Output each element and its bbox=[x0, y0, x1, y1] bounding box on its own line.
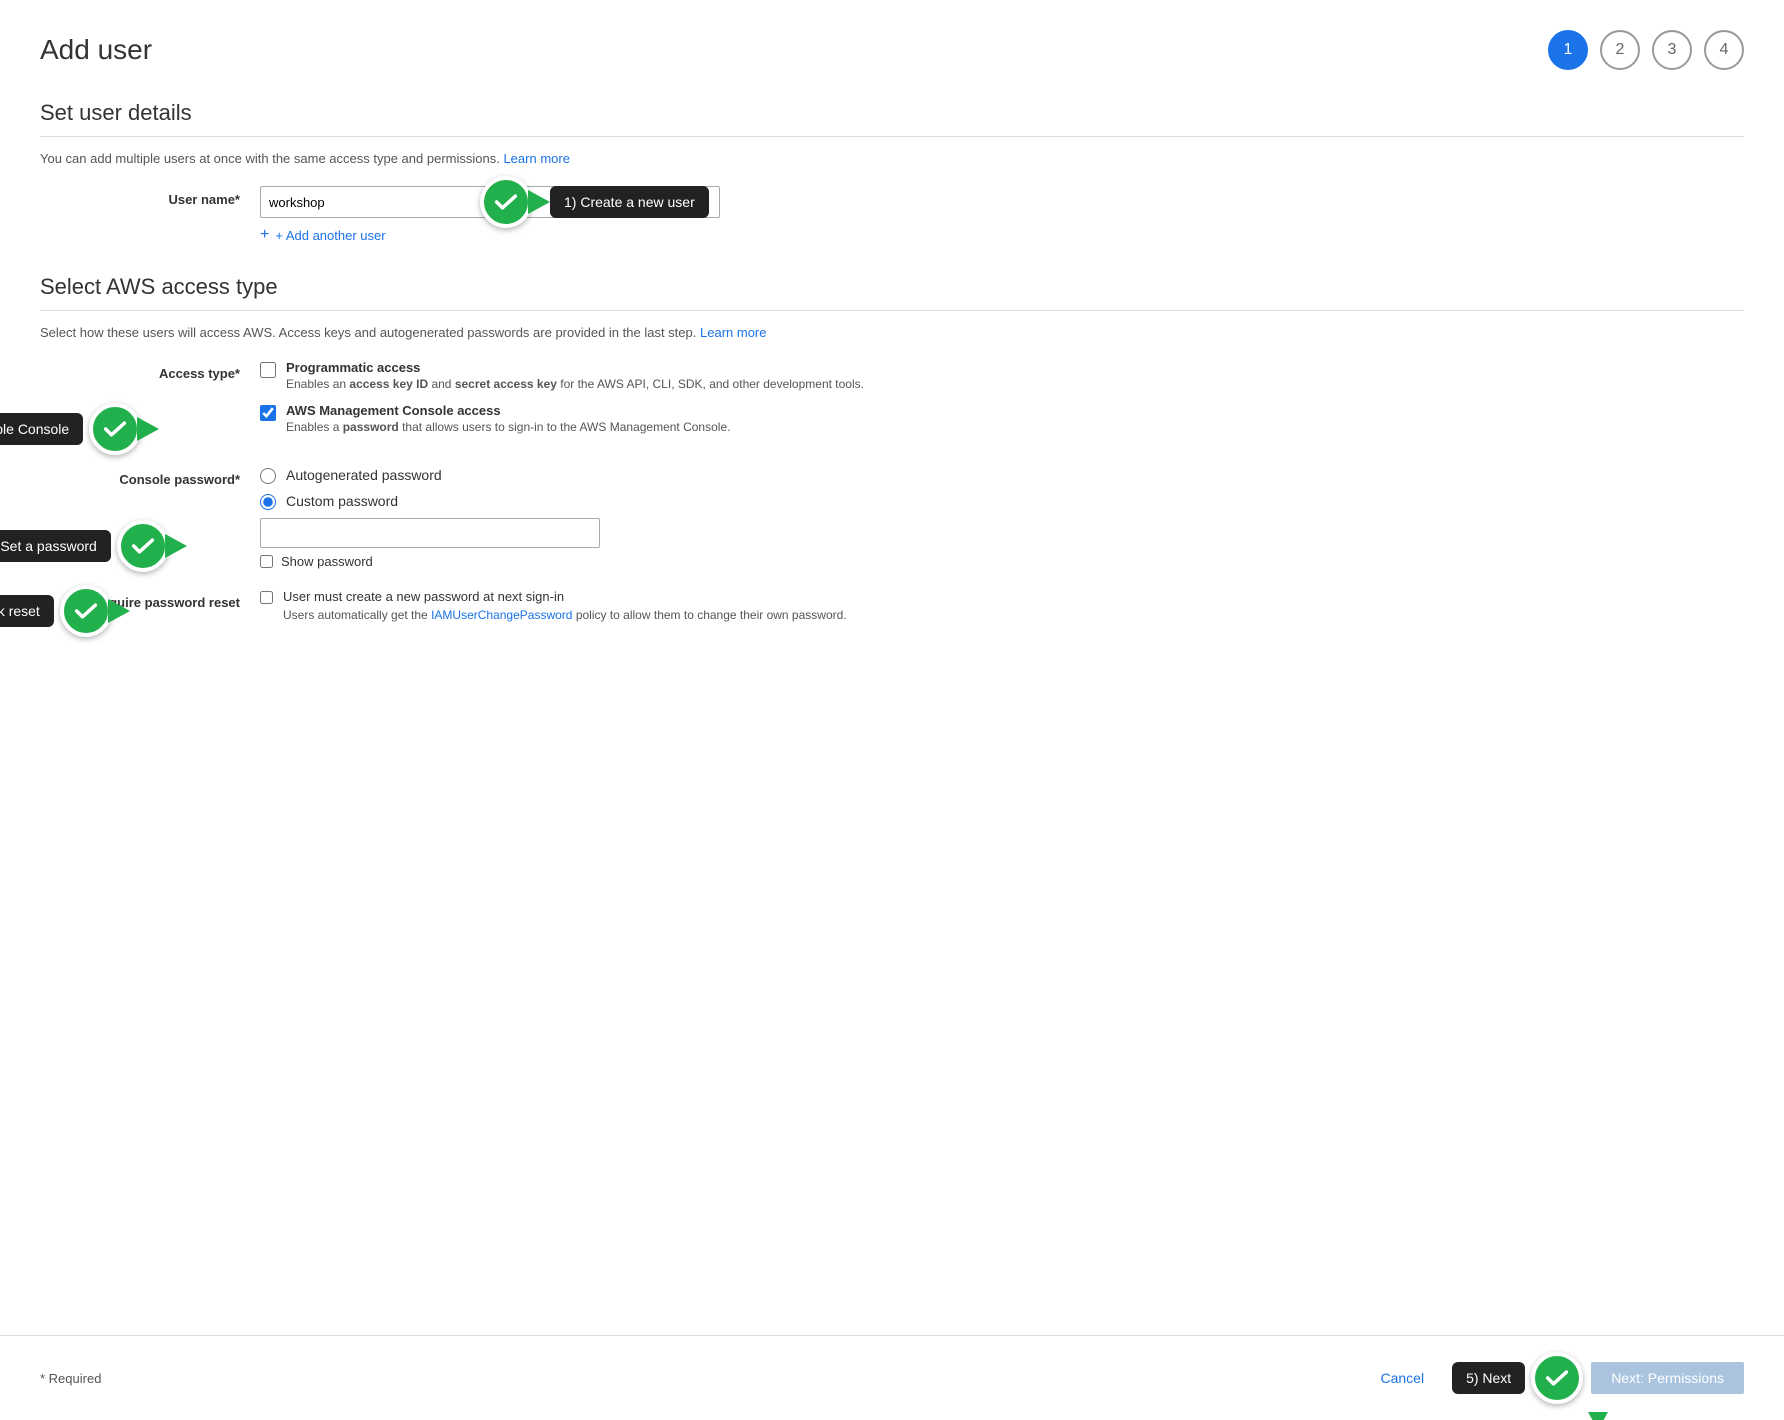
user-details-section: Set user details You can add multiple us… bbox=[40, 100, 1744, 244]
step-4[interactable]: 4 bbox=[1704, 30, 1744, 70]
arrow-2 bbox=[137, 417, 159, 441]
check-icon-2 bbox=[89, 403, 141, 455]
tooltip-5: 5) Next bbox=[1452, 1362, 1525, 1394]
iam-link[interactable]: IAMUserChangePassword bbox=[431, 608, 572, 622]
require-reset-content: 4) Uncheck reset User must create a new … bbox=[260, 589, 1744, 622]
tooltip-2: 2) Enable Console bbox=[0, 413, 83, 445]
programmatic-label: Programmatic access bbox=[286, 360, 864, 375]
access-type-row: Access type* Programmatic access Enables… bbox=[40, 360, 1744, 446]
check-icon-1 bbox=[480, 176, 532, 228]
tooltip-4: 4) Uncheck reset bbox=[0, 595, 54, 627]
console-label: AWS Management Console access bbox=[286, 403, 730, 418]
tooltip-1: 1) Create a new user bbox=[550, 186, 709, 218]
check-icon-4 bbox=[60, 585, 112, 637]
check-icon-5 bbox=[1531, 1352, 1583, 1404]
password-input-wrapper: 3) Set a password bbox=[260, 518, 1744, 548]
tooltip-3: 3) Set a password bbox=[0, 530, 111, 562]
page-header: Add user 1 2 3 4 bbox=[40, 30, 1744, 70]
access-type-content: Programmatic access Enables an access ke… bbox=[260, 360, 1744, 446]
console-checkbox[interactable] bbox=[260, 405, 276, 421]
cancel-button[interactable]: Cancel bbox=[1364, 1362, 1440, 1394]
access-type-description: Select how these users will access AWS. … bbox=[40, 325, 1744, 340]
arrow-3 bbox=[165, 534, 187, 558]
custom-password-radio[interactable] bbox=[260, 494, 276, 510]
annotation-1: 1) Create a new user bbox=[490, 176, 709, 228]
show-password-checkbox[interactable] bbox=[260, 555, 273, 568]
access-type-title: Select AWS access type bbox=[40, 274, 1744, 300]
show-password-label: Show password bbox=[281, 554, 373, 569]
show-password-row: Show password bbox=[260, 554, 1744, 569]
access-type-section: Select AWS access type Select how these … bbox=[40, 274, 1744, 622]
autogenerated-row: Autogenerated password bbox=[260, 466, 1744, 484]
user-details-description: You can add multiple users at once with … bbox=[40, 151, 1744, 166]
page-title: Add user bbox=[40, 34, 152, 66]
require-reset-row: Require password reset 4) Uncheck reset … bbox=[40, 589, 1744, 622]
next-button[interactable]: Next: Permissions bbox=[1591, 1362, 1744, 1394]
arrow-1 bbox=[528, 190, 550, 214]
custom-password-row: Custom password bbox=[260, 492, 1744, 510]
reset-description-content: User must create a new password at next … bbox=[283, 589, 847, 622]
user-details-learn-more[interactable]: Learn more bbox=[503, 151, 569, 166]
page-footer: * Required Cancel 5) Next Next: Permissi… bbox=[0, 1335, 1784, 1420]
access-type-label: Access type* bbox=[40, 360, 260, 381]
console-row: AWS Management Console access Enables a … bbox=[260, 403, 1744, 434]
password-input[interactable] bbox=[260, 518, 600, 548]
console-password-label: Console password* bbox=[40, 466, 260, 487]
autogenerated-radio[interactable] bbox=[260, 468, 276, 484]
username-content: 1) Create a new user + + Add another use… bbox=[260, 186, 1744, 244]
access-type-learn-more[interactable]: Learn more bbox=[700, 325, 766, 340]
annotation-4: 4) Uncheck reset bbox=[0, 585, 130, 637]
annotation-2: 2) Enable Console bbox=[0, 403, 159, 455]
annotation-3: 3) Set a password bbox=[0, 520, 187, 572]
arrow-4 bbox=[108, 599, 130, 623]
step-2[interactable]: 2 bbox=[1600, 30, 1640, 70]
reset-description: Users automatically get the IAMUserChang… bbox=[283, 608, 847, 622]
console-password-row: Console password* Autogenerated password… bbox=[40, 466, 1744, 569]
programmatic-row: Programmatic access Enables an access ke… bbox=[260, 360, 1744, 391]
console-description: Enables a password that allows users to … bbox=[286, 420, 730, 434]
username-row: User name* 1) Create a new user bbox=[40, 186, 1744, 244]
console-password-content: Autogenerated password Custom password 3… bbox=[260, 466, 1744, 569]
username-label: User name* bbox=[40, 186, 260, 207]
add-another-user-link[interactable]: + + Add another user bbox=[260, 226, 1744, 244]
check-icon-3 bbox=[117, 520, 169, 572]
step-indicators: 1 2 3 4 bbox=[1548, 30, 1744, 70]
require-reset-wrapper: 4) Uncheck reset User must create a new … bbox=[260, 589, 1744, 622]
autogenerated-label: Autogenerated password bbox=[286, 467, 442, 483]
step-3[interactable]: 3 bbox=[1652, 30, 1692, 70]
user-details-title: Set user details bbox=[40, 100, 1744, 126]
footer-buttons: Cancel 5) Next Next: Permissions bbox=[1364, 1352, 1744, 1404]
programmatic-checkbox[interactable] bbox=[260, 362, 276, 378]
next-annotation-wrapper: 5) Next Next: Permissions bbox=[1452, 1352, 1744, 1404]
console-access-wrapper: 2) Enable Console AWS Management Console… bbox=[260, 403, 1744, 434]
require-reset-checkbox[interactable] bbox=[260, 591, 273, 604]
annotation-5: 5) Next bbox=[1452, 1352, 1583, 1404]
custom-password-label: Custom password bbox=[286, 493, 398, 509]
programmatic-description: Enables an access key ID and secret acce… bbox=[286, 377, 864, 391]
required-note: * Required bbox=[40, 1371, 101, 1386]
step-1[interactable]: 1 bbox=[1548, 30, 1588, 70]
